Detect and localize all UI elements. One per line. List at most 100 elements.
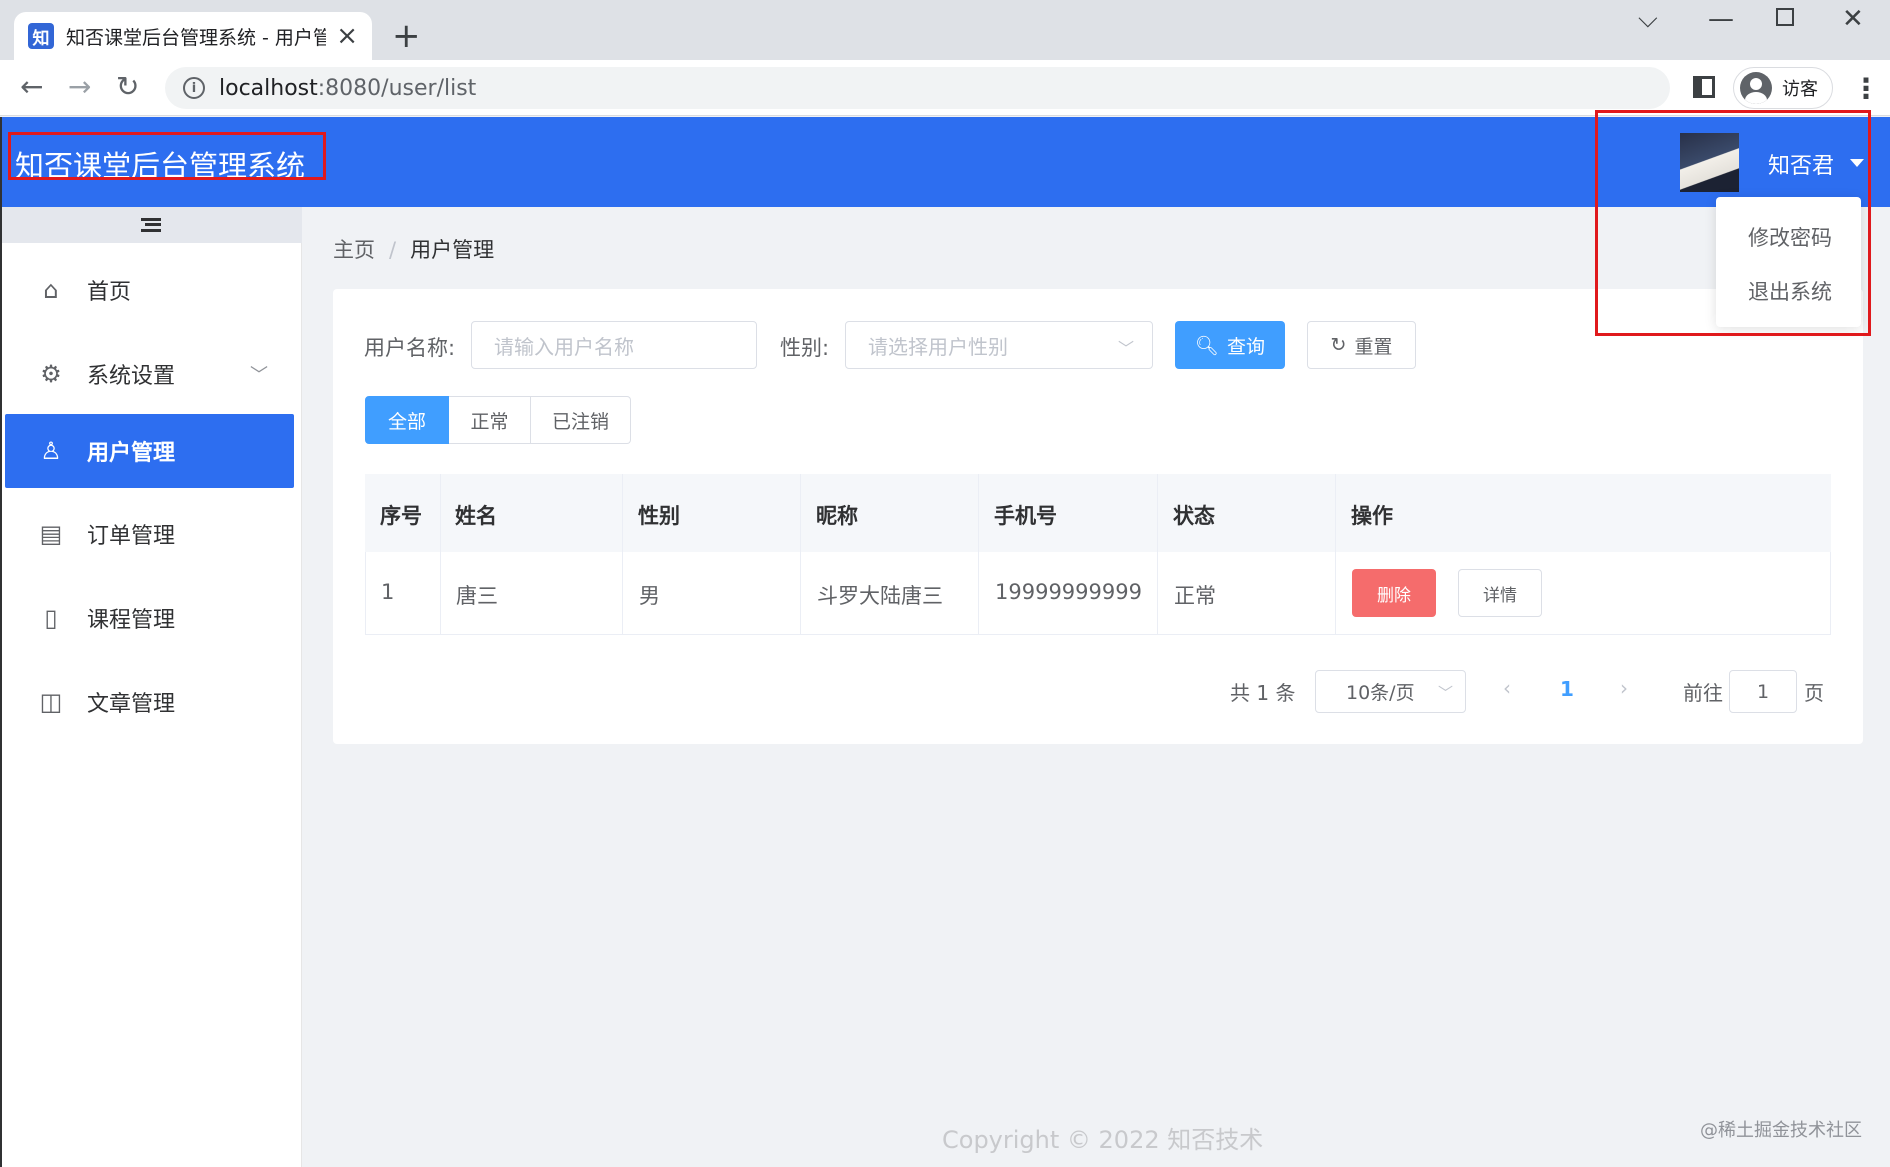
gender-placeholder: 请选择用户性别	[868, 334, 1008, 359]
filter-tab-all[interactable]: 全部	[365, 396, 449, 444]
title-highlight-box	[8, 132, 326, 180]
page-suffix: 页	[1804, 681, 1824, 705]
breadcrumb-home[interactable]: 主页	[333, 238, 375, 262]
home-icon: ⌂	[43, 276, 59, 304]
forward-icon[interactable]: →	[68, 72, 91, 102]
gender-select[interactable]: 请选择用户性别 ﹀	[845, 321, 1153, 369]
sidebar-item-label: 首页	[87, 280, 132, 305]
close-window-icon[interactable]: ✕	[1842, 4, 1864, 34]
tab-search-icon[interactable]: ⌵	[1638, 4, 1658, 35]
username-input[interactable]: 请输入用户名称	[471, 321, 757, 369]
profile-button[interactable]: 访客	[1733, 67, 1833, 109]
new-tab-icon[interactable]: +	[392, 16, 421, 56]
tab-close-icon[interactable]: ×	[336, 21, 358, 51]
query-button-label: 查询	[1227, 335, 1266, 358]
url-field[interactable]: i localhost:8080/user/list	[165, 67, 1670, 109]
gear-icon: ⚙	[40, 360, 62, 388]
minimize-icon[interactable]: —	[1708, 4, 1734, 34]
reset-button[interactable]: ↻ 重置	[1307, 321, 1416, 369]
table-row: 1 唐三 男 斗罗大陆唐三 19999999999 正常 删除 详情	[365, 552, 1831, 709]
browser-tab-bar: 知 知否课堂后台管理系统 - 用户管理 × + ⌵ — ✕	[0, 0, 1890, 60]
username-label: 用户名称:	[364, 336, 456, 360]
chevron-down-icon: ﹀	[250, 365, 268, 386]
breadcrumb-current: 用户管理	[410, 238, 495, 262]
cell-index: 1	[381, 580, 395, 604]
page-number-current[interactable]: 1	[1560, 677, 1574, 701]
table-row-body: 1 唐三 男 斗罗大陆唐三 19999999999 正常 删除 详情	[365, 552, 1831, 635]
page-size-value: 10条/页	[1346, 682, 1415, 704]
filter-tab-cancelled[interactable]: 已注销	[531, 396, 631, 444]
sidebar-item-label: 课程管理	[87, 608, 176, 633]
site-favicon-icon: 知	[28, 23, 54, 49]
maximize-icon[interactable]	[1776, 8, 1794, 26]
search-icon: 🔍︎	[1194, 334, 1220, 357]
detail-button[interactable]: 详情	[1458, 569, 1542, 617]
goto-label: 前往	[1683, 681, 1723, 705]
sidebar-item-courses[interactable]: ▯ 课程管理	[5, 581, 294, 655]
book-icon: ◫	[39, 688, 63, 716]
document-icon: ▤	[39, 520, 63, 548]
pagination-total: 共 1 条	[1230, 681, 1296, 705]
side-panel-icon[interactable]	[1693, 76, 1715, 98]
url-path: :8080/user/list	[317, 75, 477, 101]
filter-tab-normal[interactable]: 正常	[449, 396, 531, 444]
chevron-down-icon: ﹀	[1117, 339, 1134, 358]
sidebar-item-label: 文章管理	[87, 692, 176, 717]
profile-label: 访客	[1782, 79, 1818, 100]
browser-menu-icon[interactable]: ⋮	[1852, 72, 1880, 105]
menu-fold-icon	[141, 218, 161, 232]
page-size-select[interactable]: 10条/页 ﹀	[1315, 670, 1466, 713]
goto-page-value: 1	[1756, 680, 1770, 703]
prev-page-icon[interactable]: ‹	[1503, 676, 1511, 700]
cell-phone: 19999999999	[995, 580, 1142, 604]
sidebar-item-users[interactable]: ♙ 用户管理	[5, 414, 294, 488]
browser-tab[interactable]: 知 知否课堂后台管理系统 - 用户管理 ×	[14, 12, 372, 60]
filter-tab-label: 已注销	[551, 410, 609, 433]
sidebar-item-label: 系统设置	[87, 364, 176, 389]
column-header: 序号	[380, 504, 422, 528]
sidebar-item-home[interactable]: ⌂ 首页	[5, 253, 294, 327]
user-icon: ♙	[40, 437, 62, 465]
refresh-icon: ↻	[1330, 334, 1347, 356]
delete-button[interactable]: 删除	[1352, 569, 1436, 617]
sidebar-collapse-toggle[interactable]	[0, 207, 302, 243]
dropdown-highlight-box	[1595, 110, 1871, 336]
column-header: 手机号	[994, 504, 1057, 528]
sidebar-item-orders[interactable]: ▤ 订单管理	[5, 497, 294, 571]
column-header: 状态	[1173, 504, 1215, 528]
tab-title: 知否课堂后台管理系统 - 用户管理	[66, 26, 327, 49]
notebook-icon: ▯	[44, 604, 58, 632]
address-bar: ← → ↻ i localhost:8080/user/list 访客 ⋮	[0, 60, 1890, 116]
column-header: 性别	[638, 504, 680, 528]
window-edge	[0, 117, 2, 1167]
breadcrumb: 主页 / 用户管理	[333, 234, 494, 264]
cell-nickname: 斗罗大陆唐三	[817, 584, 943, 608]
sidebar-item-articles[interactable]: ◫ 文章管理	[5, 665, 294, 739]
chevron-down-icon: ﹀	[1437, 684, 1453, 702]
column-header: 昵称	[816, 504, 858, 528]
breadcrumb-separator: /	[389, 238, 397, 262]
query-button[interactable]: 🔍︎ 查询	[1175, 321, 1285, 369]
sidebar-item-settings[interactable]: ⚙ 系统设置 ﹀	[5, 337, 294, 411]
profile-avatar-icon	[1740, 72, 1772, 104]
back-icon[interactable]: ←	[20, 72, 43, 102]
next-page-icon[interactable]: ›	[1620, 676, 1628, 700]
goto-page-input[interactable]: 1	[1729, 670, 1797, 713]
sidebar-item-label: 订单管理	[87, 524, 176, 549]
cell-gender: 男	[639, 584, 660, 608]
cell-name: 唐三	[456, 584, 498, 608]
url-host: localhost	[219, 75, 318, 101]
copyright-footer: Copyright © 2022 知否技术	[942, 1126, 1264, 1154]
site-info-icon[interactable]: i	[183, 77, 205, 99]
filter-tab-label: 全部	[387, 410, 426, 433]
column-header: 操作	[1351, 504, 1393, 528]
username-placeholder: 请输入用户名称	[494, 334, 634, 359]
column-header: 姓名	[455, 504, 497, 528]
reset-button-label: 重置	[1354, 335, 1393, 358]
gender-label: 性别:	[780, 336, 830, 360]
table-header: 序号 姓名 性别 昵称 手机号 状态 操作	[365, 474, 1831, 552]
filter-tab-label: 正常	[470, 410, 509, 433]
cell-status: 正常	[1174, 584, 1216, 608]
reload-icon[interactable]: ↻	[116, 72, 139, 102]
watermark: @稀土掘金技术社区	[1700, 1120, 1862, 1141]
